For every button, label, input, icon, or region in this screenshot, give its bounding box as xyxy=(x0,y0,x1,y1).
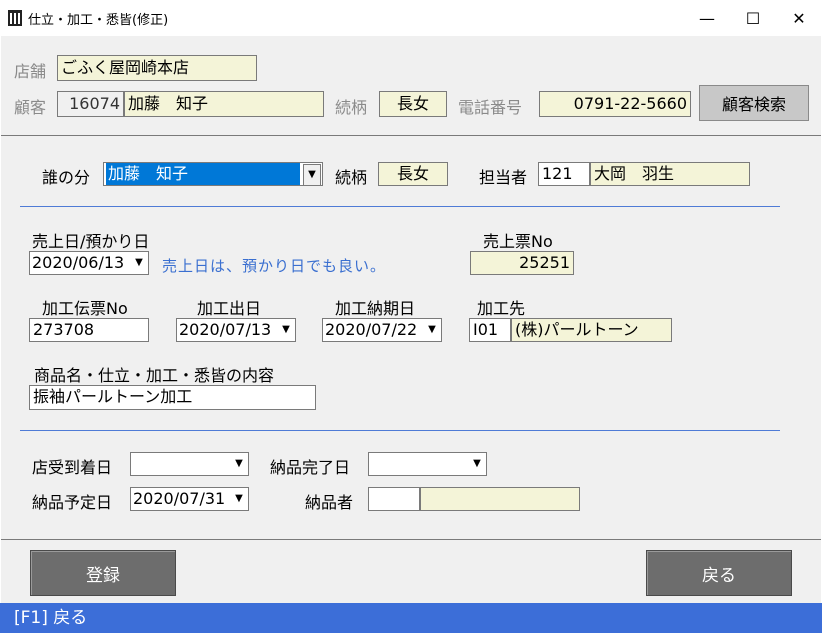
sale-no-field: 25251 xyxy=(470,251,574,275)
for-whom-value: 加藤 知子 xyxy=(106,163,300,185)
vendor-label: 加工先 xyxy=(477,299,526,318)
out-date-label: 加工出日 xyxy=(197,299,262,318)
sale-date-value: 2020/06/13 xyxy=(32,253,125,272)
chevron-down-icon[interactable]: ▼ xyxy=(424,320,440,340)
window-title: 仕立・加工・悉皆(修正) xyxy=(28,13,169,28)
chevron-down-icon[interactable]: ▼ xyxy=(278,320,294,340)
chevron-down-icon[interactable]: ▼ xyxy=(469,454,485,474)
delivered-date-label: 納品完了日 xyxy=(270,458,351,477)
due-date-value: 2020/07/22 xyxy=(325,320,418,339)
chevron-down-icon[interactable]: ▼ xyxy=(231,489,247,509)
header-relation-field: 長女 xyxy=(379,91,447,117)
vendor-code-input[interactable]: I01 xyxy=(469,318,511,342)
chevron-down-icon[interactable]: ▼ xyxy=(231,454,247,474)
maximize-button[interactable]: ☐ xyxy=(730,0,776,36)
deliverer-name-field xyxy=(420,487,580,511)
deliverer-id-input[interactable] xyxy=(368,487,420,511)
store-label: 店舗 xyxy=(14,62,47,81)
back-button[interactable]: 戻る xyxy=(646,550,792,596)
arrival-date-label: 店受到着日 xyxy=(32,458,113,477)
delivered-date-select[interactable]: ▼ xyxy=(368,452,487,476)
sale-date-select[interactable]: 2020/06/13 ▼ xyxy=(29,251,149,275)
deliverer-label: 納品者 xyxy=(305,493,354,512)
staff-id-input[interactable]: 121 xyxy=(538,162,590,186)
planned-date-label: 納品予定日 xyxy=(32,493,113,512)
customer-name-field: 加藤 知子 xyxy=(124,91,324,117)
customer-label: 顧客 xyxy=(14,98,47,117)
close-button[interactable]: ✕ xyxy=(776,0,822,36)
app-icon xyxy=(8,10,22,26)
slip-no-input[interactable]: 273708 xyxy=(29,318,149,342)
chevron-down-icon[interactable]: ▼ xyxy=(303,164,321,185)
phone-label: 電話番号 xyxy=(458,98,523,117)
out-date-value: 2020/07/13 xyxy=(179,320,272,339)
for-whom-select[interactable]: 加藤 知子 ▼ xyxy=(103,162,323,186)
planned-date-value: 2020/07/31 xyxy=(133,489,226,508)
maximize-icon: ☐ xyxy=(745,8,761,28)
header-relation-label: 続柄 xyxy=(335,98,368,117)
staff-name-field: 大岡 羽生 xyxy=(590,162,750,186)
content-input[interactable]: 振袖パールトーン加工 xyxy=(29,385,316,410)
minimize-button[interactable]: — xyxy=(684,0,730,36)
customer-search-button[interactable]: 顧客検索 xyxy=(699,85,809,121)
divider xyxy=(20,430,780,431)
relation-field: 長女 xyxy=(378,162,448,186)
out-date-select[interactable]: 2020/07/13 ▼ xyxy=(176,318,296,342)
sale-no-label: 売上票No xyxy=(483,232,553,251)
arrival-date-select[interactable]: ▼ xyxy=(130,452,249,476)
due-date-label: 加工納期日 xyxy=(335,299,416,318)
planned-date-select[interactable]: 2020/07/31 ▼ xyxy=(130,487,249,511)
close-icon: ✕ xyxy=(792,8,806,28)
minimize-icon: — xyxy=(699,8,715,28)
customer-header xyxy=(1,36,821,136)
slip-no-label: 加工伝票No xyxy=(42,299,128,318)
for-whom-label: 誰の分 xyxy=(42,168,91,187)
title-bar: 仕立・加工・悉皆(修正) — ☐ ✕ xyxy=(0,0,822,36)
vendor-name-field: (株)パールトーン xyxy=(511,318,672,342)
sale-date-label: 売上日/預かり日 xyxy=(32,232,150,251)
staff-label: 担当者 xyxy=(479,168,528,187)
status-bar: [F1] 戻る xyxy=(0,603,822,633)
chevron-down-icon[interactable]: ▼ xyxy=(131,253,147,273)
relation-label: 続柄 xyxy=(335,168,368,187)
content-label: 商品名・仕立・加工・悉皆の内容 xyxy=(34,366,275,385)
store-field: ごふく屋岡崎本店 xyxy=(57,55,257,81)
status-text: [F1] 戻る xyxy=(14,608,88,628)
sale-date-note: 売上日は、預かり日でも良い。 xyxy=(162,257,387,275)
due-date-select[interactable]: 2020/07/22 ▼ xyxy=(322,318,442,342)
register-button[interactable]: 登録 xyxy=(30,550,176,596)
divider xyxy=(20,206,780,207)
customer-id-field: 16074 xyxy=(57,91,124,117)
phone-field: 0791-22-5660 xyxy=(539,91,691,117)
